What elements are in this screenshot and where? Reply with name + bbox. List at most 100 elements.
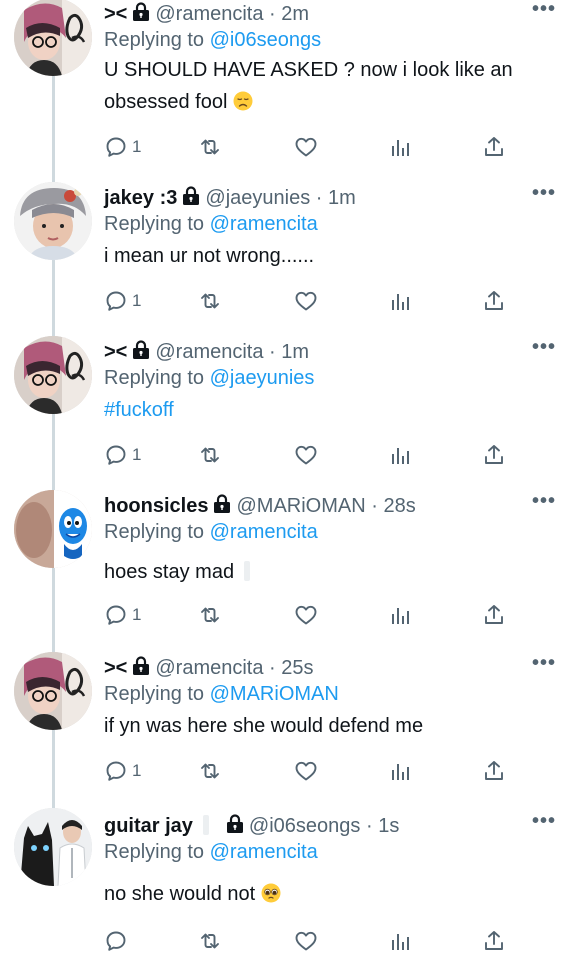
share-icon bbox=[482, 929, 506, 953]
retweet-button[interactable] bbox=[198, 442, 222, 468]
more-options-icon[interactable]: ••• bbox=[532, 336, 556, 359]
share-button[interactable] bbox=[482, 758, 506, 784]
replying-to-label: Replying to bbox=[104, 841, 205, 863]
more-options-icon[interactable]: ••• bbox=[532, 0, 556, 21]
reply-mention-link[interactable]: @i06seongs bbox=[210, 29, 321, 51]
reply-count: 1 bbox=[132, 445, 142, 464]
faded-emoji-glyph bbox=[244, 561, 251, 581]
username[interactable]: @i06seongs bbox=[249, 815, 360, 837]
timestamp[interactable]: 2m bbox=[281, 3, 309, 25]
share-button[interactable] bbox=[482, 134, 506, 160]
tweet-actions: 1 bbox=[104, 288, 514, 314]
retweet-button[interactable] bbox=[198, 288, 222, 314]
heart-icon bbox=[294, 603, 318, 627]
avatar[interactable] bbox=[14, 0, 92, 76]
share-button[interactable] bbox=[482, 288, 506, 314]
tweet-header: guitar jay @i06seongs · 1s bbox=[104, 814, 399, 838]
tweet[interactable]: jakey :3 @jaeyunies · 1m ••• Replying to … bbox=[0, 182, 576, 326]
like-button[interactable] bbox=[294, 442, 318, 468]
reply-icon bbox=[104, 443, 128, 467]
tweet[interactable]: >< @ramencita · 25s ••• Replying to @MARi… bbox=[0, 652, 576, 796]
reply-icon bbox=[104, 929, 128, 953]
share-button[interactable] bbox=[482, 602, 506, 628]
tweet[interactable]: >< @ramencita · 1m ••• Replying to @jaeyu… bbox=[0, 336, 576, 480]
avatar[interactable] bbox=[14, 182, 92, 260]
reply-button[interactable]: 1 bbox=[104, 442, 141, 468]
display-name[interactable]: >< bbox=[104, 3, 127, 25]
timestamp[interactable]: 1m bbox=[281, 341, 309, 363]
tweet[interactable]: guitar jay @i06seongs · 1s ••• Replying t… bbox=[0, 808, 576, 960]
lock-icon bbox=[131, 340, 151, 360]
avatar[interactable] bbox=[14, 336, 92, 414]
reply-button[interactable] bbox=[104, 928, 132, 954]
timestamp[interactable]: 28s bbox=[383, 495, 415, 517]
retweet-button[interactable] bbox=[198, 928, 222, 954]
share-button[interactable] bbox=[482, 928, 506, 954]
reply-icon bbox=[104, 759, 128, 783]
more-options-icon[interactable]: ••• bbox=[532, 490, 556, 513]
tweet-text: #fuckoff bbox=[104, 394, 554, 426]
timestamp[interactable]: 1m bbox=[328, 187, 356, 209]
analytics-button[interactable] bbox=[388, 134, 412, 160]
retweet-button[interactable] bbox=[198, 758, 222, 784]
reply-button[interactable]: 1 bbox=[104, 602, 141, 628]
reply-button[interactable]: 1 bbox=[104, 134, 141, 160]
analytics-button[interactable] bbox=[388, 288, 412, 314]
avatar[interactable] bbox=[14, 652, 92, 730]
display-name[interactable]: >< bbox=[104, 657, 127, 679]
retweet-icon bbox=[198, 759, 222, 783]
like-button[interactable] bbox=[294, 134, 318, 160]
reply-mention-link[interactable]: @jaeyunies bbox=[210, 367, 315, 389]
stats-icon bbox=[388, 289, 412, 313]
reply-button[interactable]: 1 bbox=[104, 758, 141, 784]
analytics-button[interactable] bbox=[388, 442, 412, 468]
username[interactable]: @ramencita bbox=[155, 341, 263, 363]
lock-icon bbox=[131, 656, 151, 676]
retweet-button[interactable] bbox=[198, 602, 222, 628]
stats-icon bbox=[388, 603, 412, 627]
timestamp[interactable]: 25s bbox=[281, 657, 313, 679]
reply-count: 1 bbox=[132, 761, 142, 780]
pleading-face-emoji-icon bbox=[261, 883, 281, 903]
more-options-icon[interactable]: ••• bbox=[532, 182, 556, 205]
username[interactable]: @ramencita bbox=[155, 657, 263, 679]
like-button[interactable] bbox=[294, 288, 318, 314]
share-button[interactable] bbox=[482, 442, 506, 468]
reply-icon bbox=[104, 289, 128, 313]
replying-to-label: Replying to bbox=[104, 683, 205, 705]
analytics-button[interactable] bbox=[388, 928, 412, 954]
more-options-icon[interactable]: ••• bbox=[532, 652, 556, 675]
tweet[interactable]: >< @ramencita · 2m ••• Replying to @i06se… bbox=[0, 0, 576, 162]
username[interactable]: @jaeyunies bbox=[205, 187, 310, 209]
reply-mention-link[interactable]: @ramencita bbox=[210, 841, 318, 863]
lock-icon bbox=[181, 186, 201, 206]
reply-mention-link[interactable]: @MARiOMAN bbox=[210, 683, 339, 705]
avatar[interactable] bbox=[14, 808, 92, 886]
stats-icon bbox=[388, 135, 412, 159]
retweet-button[interactable] bbox=[198, 134, 222, 160]
analytics-button[interactable] bbox=[388, 602, 412, 628]
analytics-button[interactable] bbox=[388, 758, 412, 784]
reply-icon bbox=[104, 603, 128, 627]
hashtag-link[interactable]: #fuckoff bbox=[104, 399, 174, 421]
display-name[interactable]: jakey :3 bbox=[104, 187, 177, 209]
like-button[interactable] bbox=[294, 758, 318, 784]
username[interactable]: @MARiOMAN bbox=[236, 495, 365, 517]
display-name[interactable]: guitar jay bbox=[104, 815, 193, 837]
more-options-icon[interactable]: ••• bbox=[532, 810, 556, 833]
replying-to-label: Replying to bbox=[104, 213, 205, 235]
reply-button[interactable]: 1 bbox=[104, 288, 141, 314]
avatar[interactable] bbox=[14, 490, 92, 568]
reply-mention-link[interactable]: @ramencita bbox=[210, 213, 318, 235]
reply-mention-link[interactable]: @ramencita bbox=[210, 521, 318, 543]
like-button[interactable] bbox=[294, 928, 318, 954]
reply-count: 1 bbox=[132, 137, 142, 156]
timestamp[interactable]: 1s bbox=[378, 815, 399, 837]
like-button[interactable] bbox=[294, 602, 318, 628]
share-icon bbox=[482, 443, 506, 467]
tweet[interactable]: hoonsicles @MARiOMAN · 28s ••• Replying t… bbox=[0, 490, 576, 644]
username[interactable]: @ramencita bbox=[155, 3, 263, 25]
display-name[interactable]: >< bbox=[104, 341, 127, 363]
display-name[interactable]: hoonsicles bbox=[104, 495, 208, 517]
tweet-text: no she would not bbox=[104, 878, 554, 910]
